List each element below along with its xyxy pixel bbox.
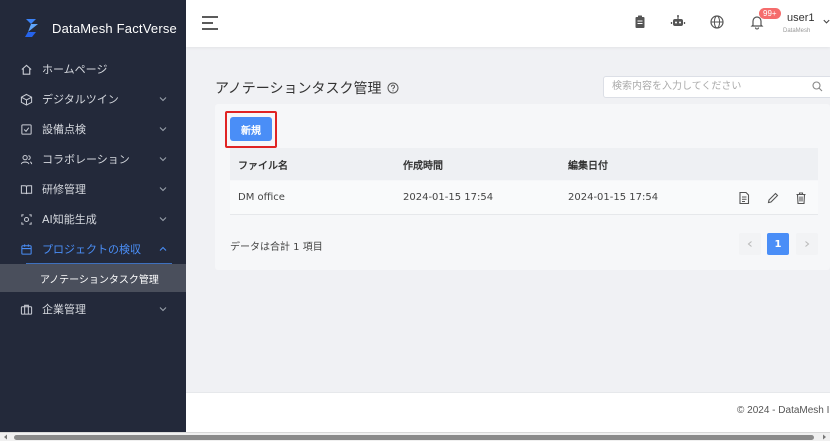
chevron-left-icon bbox=[747, 241, 752, 247]
sidebar-item-project-acceptance[interactable]: プロジェクトの検収 bbox=[0, 234, 186, 264]
user-organization: DataMesh bbox=[783, 28, 811, 34]
delete-icon[interactable] bbox=[794, 191, 808, 205]
chevron-down-icon bbox=[159, 187, 167, 192]
active-underline bbox=[26, 263, 172, 264]
checkbox-icon bbox=[19, 122, 33, 136]
sidebar: DataMesh FactVerse ホームページ デジタルツイン 設備点検 コ… bbox=[0, 0, 186, 432]
new-button[interactable]: 新規 bbox=[230, 117, 272, 141]
sidebar-item-label: AI知能生成 bbox=[42, 213, 97, 226]
chevron-right-icon bbox=[805, 241, 810, 247]
sidebar-item-label: 研修管理 bbox=[42, 183, 86, 196]
search-icon[interactable] bbox=[812, 81, 823, 92]
chevron-up-icon bbox=[159, 246, 167, 251]
edit-icon[interactable] bbox=[766, 191, 780, 205]
hamburger-menu-icon[interactable] bbox=[201, 15, 219, 31]
horizontal-scrollbar[interactable] bbox=[0, 432, 830, 441]
cube-icon bbox=[19, 92, 33, 106]
sidebar-item-collaboration[interactable]: コラボレーション bbox=[0, 144, 186, 174]
pagination-next-button[interactable] bbox=[796, 233, 818, 255]
page-footer bbox=[186, 392, 830, 432]
table-header: ファイル名 作成時間 編集日付 bbox=[230, 148, 818, 180]
cell-edited: 2024-01-15 17:54 bbox=[568, 192, 659, 203]
sidebar-item-enterprise[interactable]: 企業管理 bbox=[0, 294, 186, 324]
ai-icon bbox=[19, 212, 33, 226]
sidebar-item-home[interactable]: ホームページ bbox=[0, 54, 186, 84]
sidebar-item-digital-twin[interactable]: デジタルツイン bbox=[0, 84, 186, 114]
user-name[interactable]: user1 bbox=[787, 12, 815, 24]
home-icon bbox=[19, 62, 33, 76]
chevron-down-icon bbox=[159, 217, 167, 222]
column-header-edited[interactable]: 編集日付 bbox=[568, 148, 608, 180]
record-count: データは合計 1 項目 bbox=[230, 242, 323, 253]
top-header: 99+ user1 DataMesh bbox=[186, 0, 830, 47]
briefcase-icon bbox=[19, 302, 33, 316]
book-icon bbox=[19, 182, 33, 196]
clipboard-icon[interactable] bbox=[632, 14, 648, 30]
search-input[interactable]: 検索内容を入力してください bbox=[603, 76, 830, 98]
scroll-left-icon[interactable] bbox=[3, 434, 9, 440]
scrollbar-thumb[interactable] bbox=[14, 435, 814, 440]
globe-icon[interactable] bbox=[709, 14, 725, 30]
sidebar-subitem-annotation-task[interactable]: アノテーションタスク管理 bbox=[0, 264, 186, 292]
notification-badge: 99+ bbox=[759, 8, 781, 19]
cell-created: 2024-01-15 17:54 bbox=[403, 192, 494, 203]
chevron-down-icon[interactable] bbox=[822, 17, 830, 26]
chevron-down-icon bbox=[159, 157, 167, 162]
pagination-prev-button[interactable] bbox=[739, 233, 761, 255]
sidebar-subitem-label: アノテーションタスク管理 bbox=[40, 274, 159, 286]
page-title: アノテーションタスク管理 bbox=[215, 78, 399, 98]
sidebar-item-label: コラボレーション bbox=[42, 153, 130, 166]
pagination-page-1[interactable]: 1 bbox=[767, 233, 789, 255]
document-icon[interactable] bbox=[737, 191, 751, 205]
calendar-icon bbox=[19, 242, 33, 256]
brand-name: DataMesh FactVerse bbox=[52, 20, 177, 36]
sidebar-item-inspection[interactable]: 設備点検 bbox=[0, 114, 186, 144]
sidebar-item-label: 設備点検 bbox=[42, 123, 86, 136]
chevron-down-icon bbox=[159, 97, 167, 102]
copyright-text: © 2024 - DataMesh I bbox=[737, 405, 830, 416]
table-row[interactable]: DM office 2024-01-15 17:54 2024-01-15 17… bbox=[230, 181, 818, 215]
users-icon bbox=[19, 152, 33, 166]
sidebar-item-label: デジタルツイン bbox=[42, 93, 119, 106]
sidebar-item-ai[interactable]: AI知能生成 bbox=[0, 204, 186, 234]
sidebar-item-training[interactable]: 研修管理 bbox=[0, 174, 186, 204]
sidebar-item-label: 企業管理 bbox=[42, 303, 86, 316]
scroll-right-icon[interactable] bbox=[821, 434, 827, 440]
sidebar-item-label: ホームページ bbox=[42, 63, 108, 76]
chevron-down-icon bbox=[159, 307, 167, 312]
robot-icon[interactable] bbox=[670, 14, 686, 30]
datamesh-logo-icon bbox=[25, 19, 38, 37]
column-header-created[interactable]: 作成時間 bbox=[403, 148, 443, 180]
page-title-text: アノテーションタスク管理 bbox=[215, 81, 382, 97]
cell-file-name: DM office bbox=[238, 192, 285, 203]
column-header-file-name[interactable]: ファイル名 bbox=[238, 148, 288, 180]
sidebar-item-label: プロジェクトの検収 bbox=[42, 243, 141, 256]
chevron-down-icon bbox=[159, 127, 167, 132]
brand[interactable]: DataMesh FactVerse bbox=[0, 0, 186, 56]
help-icon[interactable] bbox=[387, 82, 399, 94]
